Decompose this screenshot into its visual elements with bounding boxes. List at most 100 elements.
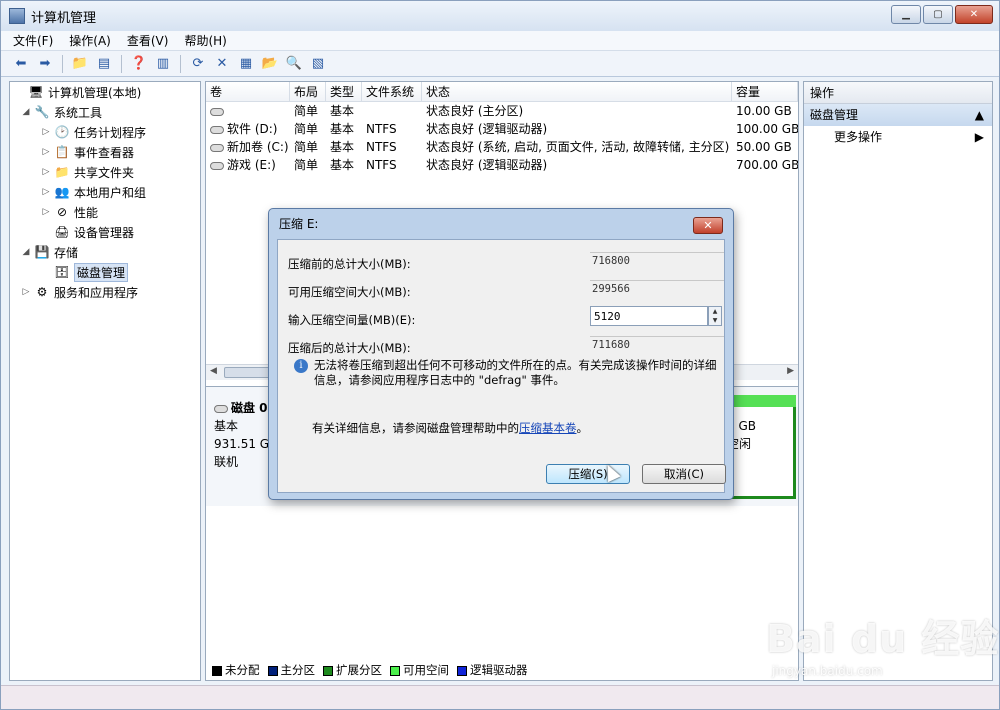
submenu-arrow-icon: ▶: [974, 130, 984, 144]
toolbar-separator: [121, 54, 122, 73]
expand-arrow-icon[interactable]: ▷: [40, 207, 52, 217]
cancel-button[interactable]: 取消(C): [642, 464, 726, 484]
console-tree: 🖥 计算机管理(本地) ◢ 🔧 系统工具 ▷ 🕑 任务计划程序 ▷ 📋 事件查看…: [9, 81, 201, 681]
dialog-title: 压缩 E:: [279, 217, 319, 231]
tree-item-system-tools[interactable]: ◢ 🔧 系统工具: [10, 102, 200, 122]
device-manager-icon: 🖨: [54, 225, 70, 239]
forward-arrow-icon[interactable]: ➡: [35, 54, 55, 74]
scroll-left-icon[interactable]: ◀: [210, 366, 217, 376]
close-button[interactable]: ✕: [955, 5, 993, 24]
info-icon: i: [294, 359, 308, 373]
minimize-button[interactable]: ▁: [891, 5, 921, 24]
tree-item-storage[interactable]: ◢ 💾 存储: [10, 242, 200, 262]
clock-icon: 🕑: [54, 125, 70, 139]
delete-icon[interactable]: ✕: [212, 54, 232, 74]
help-text: 有关详细信息，请参阅磁盘管理帮助中的压缩基本卷。: [312, 421, 588, 435]
column-capacity[interactable]: 容量: [732, 82, 798, 101]
menu-file[interactable]: 文件(F): [13, 32, 53, 49]
legend-free-space: 可用空间: [390, 662, 449, 678]
tree-item-services-apps[interactable]: ▷ ⚙ 服务和应用程序: [10, 282, 200, 302]
properties-icon[interactable]: ▦: [236, 54, 256, 74]
legend-swatch: [457, 665, 467, 676]
legend-swatch: [212, 665, 222, 676]
expand-arrow-icon[interactable]: ▷: [20, 287, 32, 297]
tree-item-performance[interactable]: ▷ ⊘ 性能: [10, 202, 200, 222]
legend-swatch: [323, 665, 333, 676]
table-row[interactable]: 软件 (D:) 简单 基本 NTFS 状态良好 (逻辑驱动器) 100.00 G…: [206, 120, 798, 138]
menu-bar: 文件(F) 操作(A) 查看(V) 帮助(H): [1, 31, 999, 51]
expand-arrow-icon[interactable]: ▷: [40, 147, 52, 157]
computer-icon: 🖥: [28, 85, 44, 99]
column-volume[interactable]: 卷: [206, 82, 290, 101]
column-filesystem[interactable]: 文件系统: [362, 82, 422, 101]
menu-action[interactable]: 操作(A): [69, 32, 111, 49]
window-title: 计算机管理: [31, 10, 97, 26]
legend-swatch: [267, 665, 278, 676]
event-viewer-icon: 📋: [54, 145, 70, 159]
column-type[interactable]: 类型: [326, 82, 362, 101]
status-bar: [1, 685, 999, 709]
column-status[interactable]: 状态: [422, 82, 732, 101]
disk-icon: [214, 404, 228, 413]
search-icon[interactable]: 🔍: [284, 54, 304, 74]
disk-volume-icon: [210, 125, 224, 134]
collapse-arrow-icon[interactable]: ◢: [20, 107, 32, 117]
tree-item-event-viewer[interactable]: ▷ 📋 事件查看器: [10, 142, 200, 162]
shared-folder-icon: 📁: [54, 165, 70, 179]
view-icon[interactable]: ▧: [308, 54, 328, 74]
field-available-shrink: 可用压缩空间大小(MB): 299566: [288, 280, 724, 302]
disk-management-icon: 🗄: [54, 265, 70, 279]
disk-volume-icon: [210, 161, 224, 170]
actions-section-disk-management[interactable]: 磁盘管理 ▲: [804, 104, 992, 126]
maximize-button[interactable]: ▢: [923, 5, 953, 24]
menu-view[interactable]: 查看(V): [127, 32, 169, 49]
shrink-amount-input[interactable]: [590, 306, 708, 326]
table-row[interactable]: 新加卷 (C:) 简单 基本 NTFS 状态良好 (系统, 启动, 页面文件, …: [206, 138, 798, 156]
toolbar-separator: [62, 54, 63, 73]
show-hide-tree-icon[interactable]: ▤: [94, 54, 114, 74]
partition-legend: 未分配 主分区 扩展分区 可用空间 逻辑驱动器: [212, 662, 528, 678]
tree-item-disk-management[interactable]: 🗄 磁盘管理: [10, 262, 200, 282]
title-bar: 计算机管理 ▁ ▢ ✕: [1, 1, 999, 31]
back-arrow-icon[interactable]: ⬅: [11, 54, 31, 74]
table-row[interactable]: 简单 基本 状态良好 (主分区) 10.00 GB: [206, 102, 798, 120]
collapse-arrow-icon[interactable]: ◢: [20, 247, 32, 257]
disk-volume-icon: [210, 143, 224, 152]
shrink-basic-volume-link[interactable]: 压缩基本卷: [519, 421, 577, 435]
expand-arrow-icon[interactable]: ▷: [40, 187, 52, 197]
tree-item-local-users[interactable]: ▷ 👥 本地用户和组: [10, 182, 200, 202]
legend-extended: 扩展分区: [323, 662, 382, 678]
expand-arrow-icon[interactable]: ▷: [40, 127, 52, 137]
refresh-icon[interactable]: ⟳: [188, 54, 208, 74]
shrink-dialog: 压缩 E: ✕ 压缩前的总计大小(MB): 716800 可用压缩空间大小(MB…: [268, 208, 734, 500]
baidu-watermark-logo: Bai du 经验: [766, 617, 1000, 661]
table-row[interactable]: 游戏 (E:) 简单 基本 NTFS 状态良好 (逻辑驱动器) 700.00 G…: [206, 156, 798, 174]
legend-primary: 主分区: [267, 662, 315, 678]
more-actions-item[interactable]: 更多操作 ▶: [804, 126, 992, 148]
tree-item-task-scheduler[interactable]: ▷ 🕑 任务计划程序: [10, 122, 200, 142]
legend-unallocated: 未分配: [212, 662, 260, 678]
performance-icon: ⊘: [56, 205, 68, 219]
scroll-right-icon[interactable]: ▶: [787, 366, 794, 376]
legend-swatch: [390, 665, 400, 676]
collapse-up-icon[interactable]: ▲: [975, 104, 984, 126]
toolbar-separator: [180, 54, 181, 73]
actions-pane: 操作 磁盘管理 ▲ 更多操作 ▶: [803, 81, 993, 681]
tree-item-computer-management[interactable]: 🖥 计算机管理(本地): [10, 82, 200, 102]
shrink-amount-stepper[interactable]: ▲ ▼: [708, 306, 722, 326]
field-shrink-amount: 输入压缩空间量(MB)(E): ▲▼: [288, 306, 722, 330]
column-layout[interactable]: 布局: [290, 82, 326, 101]
info-message: i 无法将卷压缩到超出任何不可移动的文件所在的点。有关完成该操作时间的详细信息，…: [288, 358, 718, 388]
show-hide-action-pane-icon[interactable]: ▥: [153, 54, 173, 74]
field-total-after: 压缩后的总计大小(MB): 711680: [288, 336, 724, 358]
tree-item-device-manager[interactable]: 🖨 设备管理器: [10, 222, 200, 242]
dialog-close-button[interactable]: ✕: [693, 217, 723, 234]
menu-help[interactable]: 帮助(H): [184, 32, 226, 49]
expand-arrow-icon[interactable]: ▷: [40, 167, 52, 177]
up-folder-icon[interactable]: 📁: [70, 54, 90, 74]
open-folder-icon[interactable]: 📂: [260, 54, 280, 74]
tree-item-shared-folders[interactable]: ▷ 📁 共享文件夹: [10, 162, 200, 182]
help-icon[interactable]: ❓: [129, 54, 149, 74]
dialog-body: 压缩前的总计大小(MB): 716800 可用压缩空间大小(MB): 29956…: [277, 239, 726, 493]
computer-management-icon: [9, 8, 25, 24]
